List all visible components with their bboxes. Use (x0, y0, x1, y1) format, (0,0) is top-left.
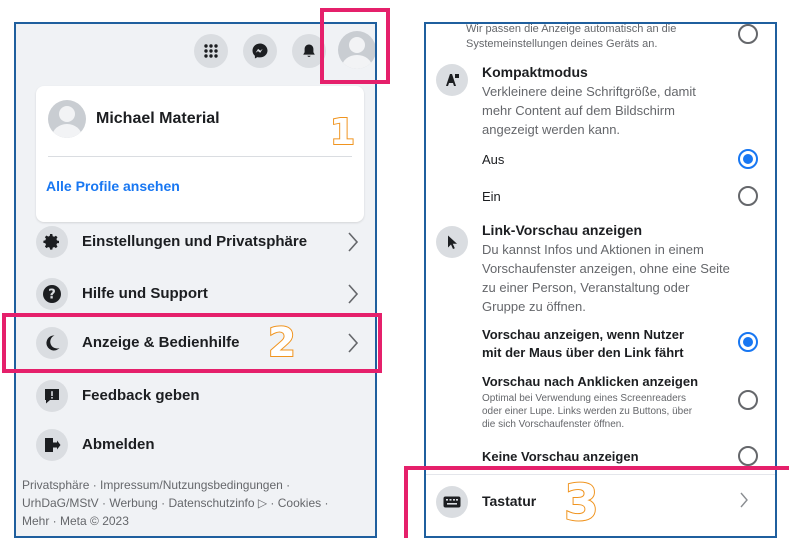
preview-on-click-label[interactable]: Vorschau nach Anklicken anzeigen (482, 374, 698, 389)
compact-mode-description: Verkleinere deine Schriftgröße, damit me… (482, 84, 696, 137)
apps-menu-button[interactable] (194, 34, 228, 68)
menu-item-label: Feedback geben (82, 387, 200, 404)
no-preview-label[interactable]: Keine Vorschau anzeigen (482, 449, 639, 464)
highlight-box-1 (320, 8, 390, 84)
chevron-right-icon (346, 282, 360, 311)
compact-mode-icon (436, 64, 468, 96)
menu-item-settings[interactable]: Einstellungen und Privatsphäre (36, 222, 364, 262)
link-preview-description: Du kannst Infos und Aktionen in einem Vo… (482, 242, 730, 314)
preview-on-hover-label[interactable]: Vorschau anzeigen, wenn Nutzer mit der M… (482, 326, 684, 362)
cursor-icon (436, 226, 468, 258)
auto-display-description: Wir passen die Anzeige automatisch an di… (466, 23, 677, 50)
step-number-2: 2 (267, 319, 297, 367)
compact-mode-off-radio[interactable] (738, 149, 758, 169)
bell-icon (301, 43, 317, 59)
step-number-1: 1 (329, 111, 356, 154)
display-settings-panel: Wir passen die Anzeige automatisch an di… (424, 22, 777, 538)
menu-item-feedback[interactable]: Feedback geben (36, 376, 364, 416)
footer-line[interactable]: Privatsphäre · Impressum/Nutzungsbedingu… (22, 476, 372, 494)
step-number-3: 3 (563, 473, 600, 533)
question-icon: ? (36, 278, 68, 310)
compact-mode-on-label[interactable]: Ein (482, 189, 501, 204)
link-preview-title: Link-Vorschau anzeigen (482, 222, 642, 238)
messenger-icon (251, 42, 269, 60)
apps-grid-icon (203, 43, 219, 59)
feedback-icon (36, 380, 68, 412)
menu-item-help[interactable]: ? Hilfe und Support (36, 274, 364, 314)
preview-on-click-radio[interactable] (738, 390, 758, 410)
highlight-box-2 (2, 313, 382, 373)
footer-line[interactable]: Mehr · Meta © 2023 (22, 512, 372, 530)
footer-links: Privatsphäre · Impressum/Nutzungsbedingu… (22, 476, 372, 530)
logout-icon (36, 429, 68, 461)
compact-mode-title: Kompaktmodus (482, 64, 588, 80)
compact-mode-off-label[interactable]: Aus (482, 152, 504, 167)
card-divider (48, 156, 352, 157)
preview-on-click-description: Optimal bei Verwendung eines Screenreade… (482, 393, 693, 430)
menu-item-label: Einstellungen und Privatsphäre (82, 233, 308, 250)
messenger-button[interactable] (243, 34, 277, 68)
profile-name[interactable]: Michael Material (96, 110, 220, 128)
menu-item-label: Abmelden (82, 436, 155, 453)
auto-display-radio[interactable] (738, 24, 758, 44)
preview-on-hover-radio[interactable] (738, 332, 758, 352)
avatar[interactable] (48, 100, 86, 138)
footer-line[interactable]: UrhDaG/MStV · Werbung · Datenschutzinfo … (22, 494, 372, 512)
compact-mode-on-radio[interactable] (738, 186, 758, 206)
account-menu-panel: Michael Material Alle Profile ansehen Ei… (14, 22, 377, 538)
no-preview-radio[interactable] (738, 446, 758, 466)
menu-item-label: Hilfe und Support (82, 285, 208, 302)
menu-item-logout[interactable]: Abmelden (36, 425, 364, 465)
profile-card: Michael Material Alle Profile ansehen (36, 86, 364, 222)
gear-icon (36, 226, 68, 258)
svg-text:?: ? (48, 288, 56, 303)
chevron-right-icon (346, 230, 360, 259)
all-profiles-link[interactable]: Alle Profile ansehen (46, 178, 180, 194)
